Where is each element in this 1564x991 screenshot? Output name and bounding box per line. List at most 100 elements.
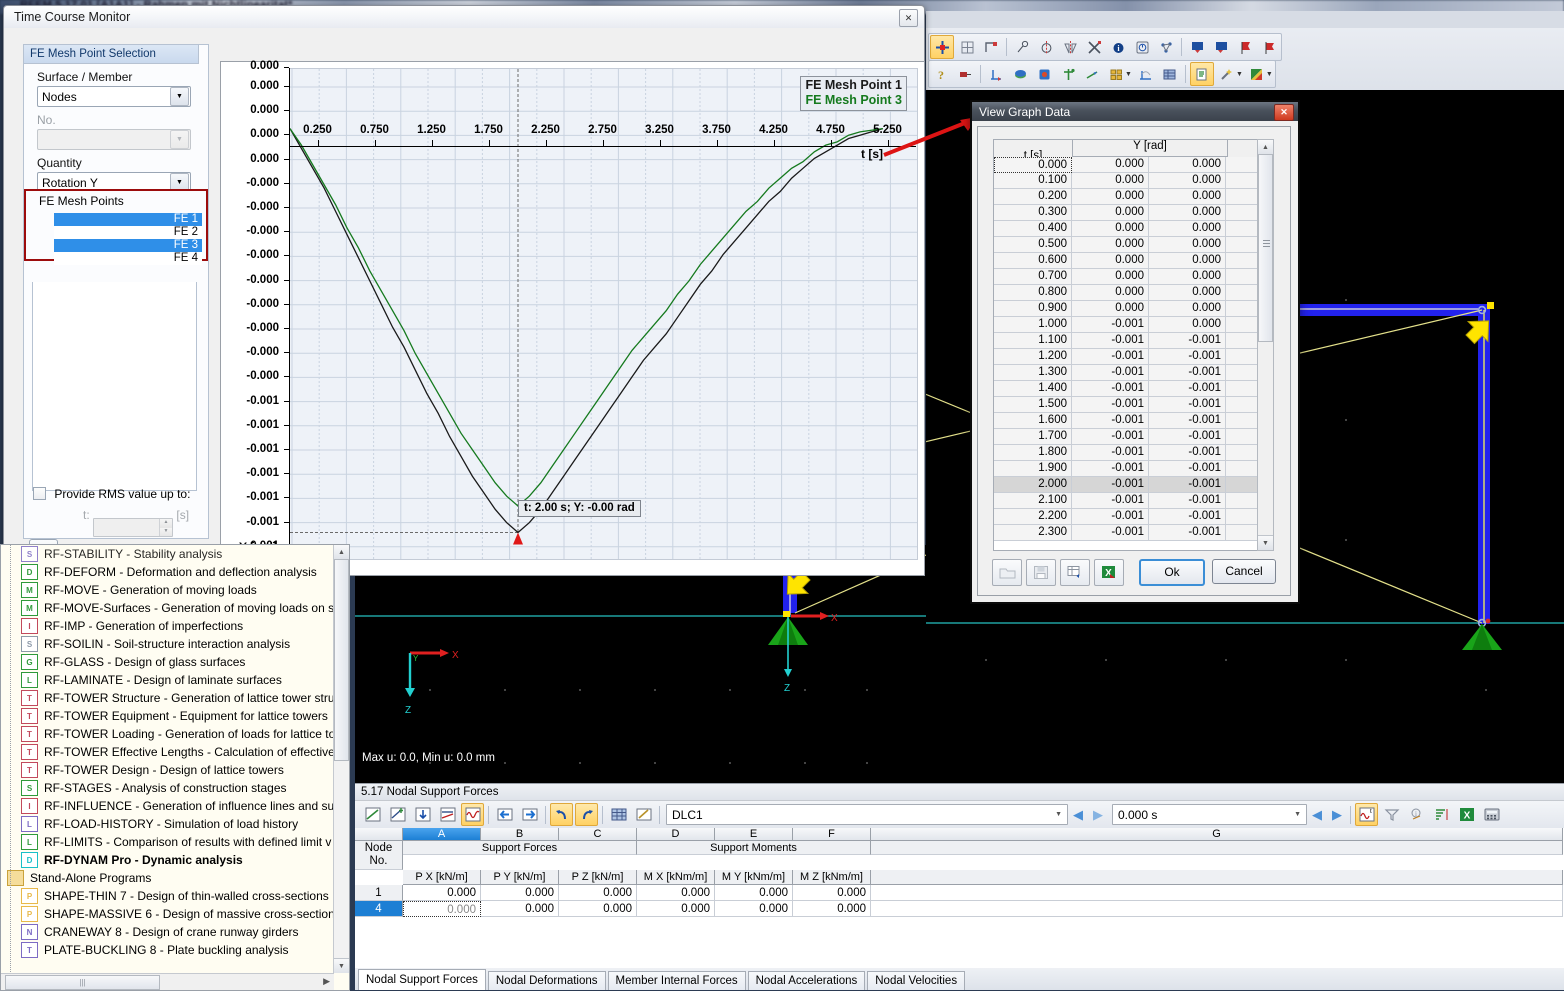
results-rows[interactable]: 1 0.0000.0000.0000.0000.0000.000 4 0.000… — [355, 885, 1564, 917]
tab-nodal-support-forces[interactable]: Nodal Support Forces — [358, 969, 486, 990]
col-letter-c[interactable]: C — [559, 828, 637, 841]
table-row[interactable]: 1.900 -0.001 -0.001 — [994, 461, 1262, 477]
result-diagram-icon[interactable] — [1135, 63, 1157, 85]
help-pointer-icon[interactable]: ? — [930, 63, 952, 85]
scrollbar-thumb[interactable] — [334, 559, 349, 761]
tree-vertical-scrollbar[interactable]: ▲ ▼ — [333, 545, 349, 973]
grid-snap-icon[interactable] — [956, 36, 978, 58]
tree-item[interactable]: LRF-LAMINATE - Design of laminate surfac… — [1, 671, 349, 689]
no-combo[interactable]: ▼ — [37, 129, 191, 150]
table-row[interactable]: 0.200 0.000 0.000 — [994, 189, 1262, 205]
display-result-2-icon[interactable] — [1210, 36, 1232, 58]
results-table-icon[interactable] — [361, 803, 384, 826]
rfem-toolbar-row-2[interactable]: ? ▼ ▼ ▼ — [928, 60, 1276, 88]
result-cell[interactable]: 0.000 — [559, 901, 637, 917]
chevron-down-icon-2[interactable]: ▼ — [1294, 811, 1301, 818]
insert-row-icon[interactable] — [386, 803, 409, 826]
tree-item[interactable]: DRF-DYNAM Pro - Dynamic analysis — [1, 851, 349, 869]
result-cell[interactable]: 0.000 — [793, 901, 871, 917]
result-table-icon[interactable] — [1159, 63, 1181, 85]
tree-item[interactable]: SRF-SOILIN - Soil-structure interaction … — [1, 635, 349, 653]
col-letter-b[interactable]: B — [481, 828, 559, 841]
info-snap-icon[interactable]: i — [1107, 36, 1129, 58]
time-course-icon[interactable] — [461, 803, 484, 826]
table-row[interactable]: 1.300 -0.001 -0.001 — [994, 365, 1262, 381]
fe-mesh-points-list[interactable]: FE 1 FE 2 FE 3 FE 4 — [54, 213, 202, 265]
grid-icon[interactable] — [607, 803, 630, 826]
table-row[interactable]: 0.300 0.000 0.000 — [994, 205, 1262, 221]
project-navigator-tree[interactable]: SRF-STABILITY - Stability analysis DRF-D… — [0, 544, 350, 991]
surface-render-icon[interactable] — [1009, 63, 1031, 85]
table-row[interactable]: 4 0.0000.0000.0000.0000.0000.000 — [355, 901, 1564, 917]
rms-checkbox[interactable] — [33, 487, 46, 500]
result-cell-blank[interactable] — [871, 901, 1563, 917]
excel-export-icon[interactable]: X — [1094, 559, 1124, 586]
model-viewport-left[interactable]: Z X X Z Y Max u: 0.0, Min u: 0.0 mm — [355, 545, 926, 783]
chevron-down-icon-2[interactable]: ▼ — [1236, 71, 1243, 78]
tab-member-internal-forces[interactable]: Member Internal Forces — [608, 971, 746, 990]
tree-item[interactable]: TRF-TOWER Loading - Generation of loads … — [1, 725, 349, 743]
tab-nodal-deformations[interactable]: Nodal Deformations — [488, 971, 606, 990]
next-col-icon[interactable] — [518, 803, 541, 826]
col-letter-a[interactable]: A — [403, 828, 481, 841]
table-row[interactable]: 0.100 0.000 0.000 — [994, 173, 1262, 189]
tree-item[interactable]: NCRANEWAY 8 - Design of crane runway gir… — [1, 923, 349, 941]
redo-icon[interactable] — [575, 803, 598, 826]
table-row[interactable]: 0.900 0.000 0.000 — [994, 301, 1262, 317]
table-row[interactable]: 0.700 0.000 0.000 — [994, 269, 1262, 285]
table-row[interactable]: 1.700 -0.001 -0.001 — [994, 429, 1262, 445]
tree-item[interactable]: TRF-TOWER Design - Design of lattice tow… — [1, 761, 349, 779]
down-arrow-icon[interactable] — [411, 803, 434, 826]
legend-icon[interactable] — [1430, 803, 1453, 826]
loads-icon[interactable] — [1081, 63, 1103, 85]
mesh-snap-icon[interactable] — [1155, 36, 1177, 58]
time-value-combo[interactable]: 0.000 s ▼ — [1112, 804, 1307, 825]
cross-snap-icon[interactable] — [1083, 36, 1105, 58]
table-row[interactable]: 0.000 0.000 0.000 — [994, 157, 1262, 173]
nav-next-icon-2[interactable]: ▶ — [1327, 807, 1347, 823]
rfem-toolbar-row-1[interactable]: i — [928, 33, 1282, 61]
table-scrollbar[interactable]: ▲ ▼ — [1257, 139, 1274, 551]
result-cell[interactable]: 0.000 — [403, 901, 481, 917]
scroll-down-icon[interactable]: ▼ — [1258, 535, 1273, 550]
tree-item[interactable]: GRF-GLASS - Design of glass surfaces — [1, 653, 349, 671]
scrollbar-thumb[interactable] — [1258, 154, 1273, 342]
list-item[interactable]: FE 3 — [54, 239, 202, 252]
color-scale-icon[interactable] — [1246, 63, 1268, 85]
time-course-icon-2[interactable]: t — [1355, 803, 1378, 826]
result-cell-blank[interactable] — [871, 885, 1563, 901]
excel-icon[interactable]: X — [1455, 803, 1478, 826]
scroll-down-icon[interactable]: ▼ — [334, 958, 349, 973]
table-row[interactable]: 1.000 -0.001 0.000 — [994, 317, 1262, 333]
ok-button[interactable]: Ok — [1139, 559, 1205, 586]
table-row[interactable]: 1.800 -0.001 -0.001 — [994, 445, 1262, 461]
multiple-views-icon[interactable] — [1105, 63, 1127, 85]
tree-item[interactable]: LRF-LIMITS - Comparison of results with … — [1, 833, 349, 851]
numbering-icon[interactable] — [954, 63, 976, 85]
result-cell[interactable]: 0.000 — [793, 885, 871, 901]
calculator-icon[interactable] — [1480, 803, 1503, 826]
tree-item[interactable]: SRF-STAGES - Analysis of construction st… — [1, 779, 349, 797]
table-row[interactable]: 0.500 0.000 0.000 — [994, 237, 1262, 253]
result-cell[interactable]: 0.000 — [715, 885, 793, 901]
tree-items-container[interactable]: SRF-STABILITY - Stability analysis DRF-D… — [1, 545, 349, 959]
spin-up-icon[interactable]: ▲ — [159, 519, 172, 528]
table-row[interactable]: 1.600 -0.001 -0.001 — [994, 413, 1262, 429]
undo-icon[interactable] — [550, 803, 573, 826]
fe-mesh-points-list-body[interactable] — [32, 282, 197, 491]
floppy-disk-icon[interactable] — [1026, 559, 1056, 586]
table-row[interactable]: 1.500 -0.001 -0.001 — [994, 397, 1262, 413]
table-row[interactable]: 1.100 -0.001 -0.001 — [994, 333, 1262, 349]
results-tabs[interactable]: Nodal Support Forces Nodal Deformations … — [355, 968, 1564, 990]
table-row[interactable]: 2.200 -0.001 -0.001 — [994, 509, 1262, 525]
table-row[interactable]: 0.600 0.000 0.000 — [994, 253, 1262, 269]
tree-item[interactable]: PSHAPE-THIN 7 - Design of thin-walled cr… — [1, 887, 349, 905]
result-cell[interactable]: 0.000 — [403, 885, 481, 901]
nav-prev-icon-2[interactable]: ◀ — [1307, 807, 1327, 823]
chevron-down-icon[interactable]: ▼ — [1055, 811, 1062, 818]
ortho-snap-icon[interactable] — [980, 36, 1002, 58]
info-icon[interactable]: i — [1405, 803, 1428, 826]
mirror-icon[interactable] — [1059, 36, 1081, 58]
surface-member-combo[interactable]: Nodes ▼ — [37, 86, 191, 107]
result-cell[interactable]: 0.000 — [481, 901, 559, 917]
